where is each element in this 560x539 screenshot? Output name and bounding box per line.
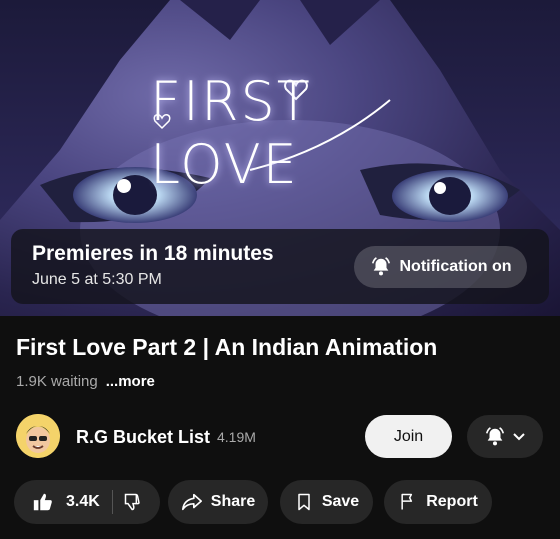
video-thumbnail[interactable]: FIRST LOVE Premieres in 18 minutes June … xyxy=(0,0,560,316)
subscription-bell-button[interactable] xyxy=(467,415,543,458)
video-meta: 1.9K waiting ...more xyxy=(16,373,155,390)
report-button[interactable]: Report xyxy=(384,480,492,524)
premiere-date: June 5 at 5:30 PM xyxy=(32,271,162,288)
report-icon xyxy=(398,492,418,512)
report-label: Report xyxy=(426,493,478,510)
like-icon xyxy=(32,491,54,513)
like-dislike-group: 3.4K xyxy=(14,480,160,524)
bell-icon xyxy=(484,426,506,448)
share-button[interactable]: Share xyxy=(168,480,268,524)
waiting-count: 1.9K waiting xyxy=(16,373,98,390)
dislike-button[interactable] xyxy=(123,492,143,512)
more-link[interactable]: ...more xyxy=(106,373,155,390)
subscriber-count: 4.19M xyxy=(217,429,256,445)
share-label: Share xyxy=(210,493,256,510)
channel-avatar[interactable] xyxy=(16,414,60,458)
thumbnail-title-art: FIRST LOVE xyxy=(150,70,312,196)
like-divider xyxy=(111,490,113,514)
notification-label: Notification on xyxy=(399,258,512,275)
like-button[interactable]: 3.4K xyxy=(14,491,100,513)
premiere-card: Premieres in 18 minutes June 5 at 5:30 P… xyxy=(11,229,549,304)
dislike-icon xyxy=(123,492,143,512)
save-icon xyxy=(294,492,314,512)
channel-name[interactable]: R.G Bucket List xyxy=(76,427,210,448)
premiere-countdown: Premieres in 18 minutes xyxy=(32,242,274,265)
save-label: Save xyxy=(321,493,360,510)
like-count: 3.4K xyxy=(66,493,100,510)
share-icon xyxy=(181,491,203,513)
notification-button[interactable]: Notification on xyxy=(354,246,527,288)
video-title: First Love Part 2 | An Indian Animation xyxy=(16,334,438,360)
bell-icon xyxy=(370,256,392,278)
save-button[interactable]: Save xyxy=(280,480,373,524)
chevron-down-icon xyxy=(512,430,526,444)
join-button[interactable]: Join xyxy=(365,415,452,458)
